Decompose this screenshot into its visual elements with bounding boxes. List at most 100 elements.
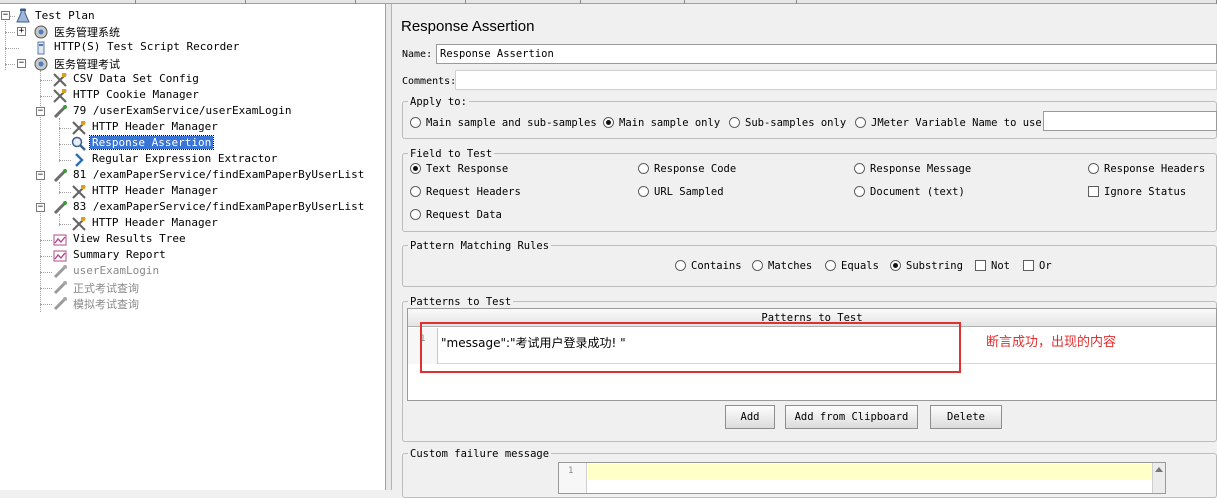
radio-icon: [825, 260, 836, 271]
field-response-headers-radio[interactable]: Response Headers: [1088, 161, 1205, 177]
add-button[interactable]: Add: [725, 405, 775, 429]
apply-main-only-radio[interactable]: Main sample only: [603, 115, 720, 131]
collapse-toggle[interactable]: −: [17, 59, 26, 68]
field-response-message-radio[interactable]: Response Message: [854, 161, 971, 177]
field-text-response-radio[interactable]: Text Response: [410, 161, 508, 177]
rule-substring-radio[interactable]: Substring: [890, 258, 963, 274]
radio-icon: [638, 186, 649, 197]
sampler-pipette-icon: [53, 169, 67, 183]
tree-item-label[interactable]: HTTP Header Manager: [90, 216, 220, 229]
listener-chart-icon: [53, 234, 67, 246]
config-wrench-icon: [72, 121, 86, 135]
radio-icon: [854, 163, 865, 174]
tree-item-label[interactable]: View Results Tree: [71, 232, 188, 245]
rule-or-checkbox[interactable]: Or: [1023, 258, 1052, 274]
editor-current-line[interactable]: [588, 464, 1152, 480]
delete-button[interactable]: Delete: [930, 405, 1002, 429]
assertion-magnifier-icon: [71, 136, 86, 151]
checkbox-label: Not: [991, 260, 1010, 272]
comments-label: Comments:: [402, 76, 457, 87]
pattern-matching-title: Pattern Matching Rules: [408, 240, 552, 252]
rule-equals-radio[interactable]: Equals: [825, 258, 879, 274]
sampler-pipette-icon: [53, 281, 67, 295]
field-to-test-title: Field to Test: [408, 148, 495, 160]
tree-item-label[interactable]: HTTP Header Manager: [90, 184, 220, 197]
apply-sub-only-radio[interactable]: Sub-samples only: [729, 115, 846, 131]
tree-item-label[interactable]: CSV Data Set Config: [71, 72, 201, 85]
config-wrench-icon: [53, 89, 67, 103]
tree-item-label[interactable]: HTTP Header Manager: [90, 120, 220, 133]
checkbox-icon: [975, 260, 986, 271]
tree-item-label[interactable]: 81 /examPaperService/findExamPaperByUser…: [71, 168, 366, 181]
tree-item-label[interactable]: 模拟考试查询: [71, 296, 141, 312]
apply-main-and-sub-radio[interactable]: Main sample and sub-samples: [410, 115, 597, 131]
thread-group-icon: [34, 25, 48, 39]
radio-label: Request Headers: [426, 186, 521, 198]
patterns-title: Patterns to Test: [408, 296, 514, 308]
rule-contains-radio[interactable]: Contains: [675, 258, 742, 274]
tree-item-label[interactable]: HTTP(S) Test Script Recorder: [52, 40, 241, 53]
radio-label: Request Data: [426, 209, 502, 221]
collapse-toggle[interactable]: −: [36, 107, 45, 116]
ignore-status-checkbox[interactable]: Ignore Status: [1088, 184, 1186, 200]
tree-item-label[interactable]: 83 /examPaperService/findExamPaperByUser…: [71, 200, 366, 213]
comments-field[interactable]: [455, 70, 1217, 90]
name-field[interactable]: Response Assertion: [436, 44, 1217, 64]
collapse-toggle[interactable]: −: [36, 203, 45, 212]
checkbox-icon: [1088, 186, 1099, 197]
sampler-pipette-icon: [53, 105, 67, 119]
field-url-sampled-radio[interactable]: URL Sampled: [638, 184, 724, 200]
radio-icon: [1088, 163, 1099, 174]
field-document-text-radio[interactable]: Document (text): [854, 184, 965, 200]
scroll-up-arrow-icon[interactable]: [1155, 467, 1163, 472]
radio-icon: [638, 163, 649, 174]
radio-label: JMeter Variable Name to use: [871, 117, 1042, 129]
custom-failure-editor[interactable]: 1: [558, 462, 1166, 494]
tree-item-label[interactable]: 79 /userExamService/userExamLogin: [71, 104, 294, 117]
tree-item-label[interactable]: 医务管理系统: [52, 24, 122, 40]
highlight-box: [420, 322, 961, 373]
field-request-headers-radio[interactable]: Request Headers: [410, 184, 521, 200]
test-plan-tree[interactable]: − Test Plan + 医务管理系统 HTTP(S) Test Script…: [0, 4, 386, 490]
collapse-toggle[interactable]: −: [36, 171, 45, 180]
radio-label: Matches: [768, 260, 813, 272]
editor-scrollbar[interactable]: [1152, 463, 1165, 493]
radio-label: Text Response: [426, 163, 509, 175]
editor-line-number: 1: [568, 466, 574, 476]
radio-label: Main sample only: [619, 117, 721, 129]
radio-label: Equals: [841, 260, 879, 272]
radio-icon: [854, 186, 865, 197]
rule-matches-radio[interactable]: Matches: [752, 258, 812, 274]
variable-name-field[interactable]: [1043, 111, 1217, 131]
sampler-pipette-icon: [53, 297, 67, 311]
tree-item-label[interactable]: Response Assertion: [88, 135, 215, 150]
radio-icon: [729, 117, 740, 128]
expand-toggle[interactable]: +: [17, 27, 26, 36]
custom-failure-title: Custom failure message: [408, 448, 552, 460]
add-from-clipboard-button[interactable]: Add from Clipboard: [785, 405, 918, 429]
field-request-data-radio[interactable]: Request Data: [410, 207, 502, 223]
radio-label: Response Message: [870, 163, 972, 175]
radio-icon: [410, 117, 421, 128]
tree-item-label[interactable]: Summary Report: [71, 248, 168, 261]
radio-label: Document (text): [870, 186, 965, 198]
rule-not-checkbox[interactable]: Not: [975, 258, 1010, 274]
checkbox-label: Or: [1039, 260, 1052, 272]
radio-selected-icon: [890, 260, 901, 271]
config-wrench-icon: [72, 185, 86, 199]
recorder-icon: [37, 41, 45, 55]
tree-item-label[interactable]: HTTP Cookie Manager: [71, 88, 201, 101]
tree-item-label[interactable]: Test Plan: [33, 8, 97, 24]
test-plan-icon: [16, 8, 30, 23]
tree-item-label[interactable]: Regular Expression Extractor: [90, 152, 279, 165]
apply-variable-radio[interactable]: JMeter Variable Name to use: [855, 115, 1042, 131]
extractor-arrow-icon: [75, 153, 84, 167]
radio-selected-icon: [603, 117, 614, 128]
field-response-code-radio[interactable]: Response Code: [638, 161, 736, 177]
tree-item-label[interactable]: 医务管理考试: [52, 56, 122, 72]
panel-title: Response Assertion: [401, 18, 535, 35]
tree-item-label[interactable]: 正式考试查询: [71, 280, 141, 296]
collapse-toggle[interactable]: −: [1, 11, 10, 20]
tree-item-label[interactable]: userExamLogin: [71, 264, 161, 277]
sampler-pipette-icon: [53, 201, 67, 215]
